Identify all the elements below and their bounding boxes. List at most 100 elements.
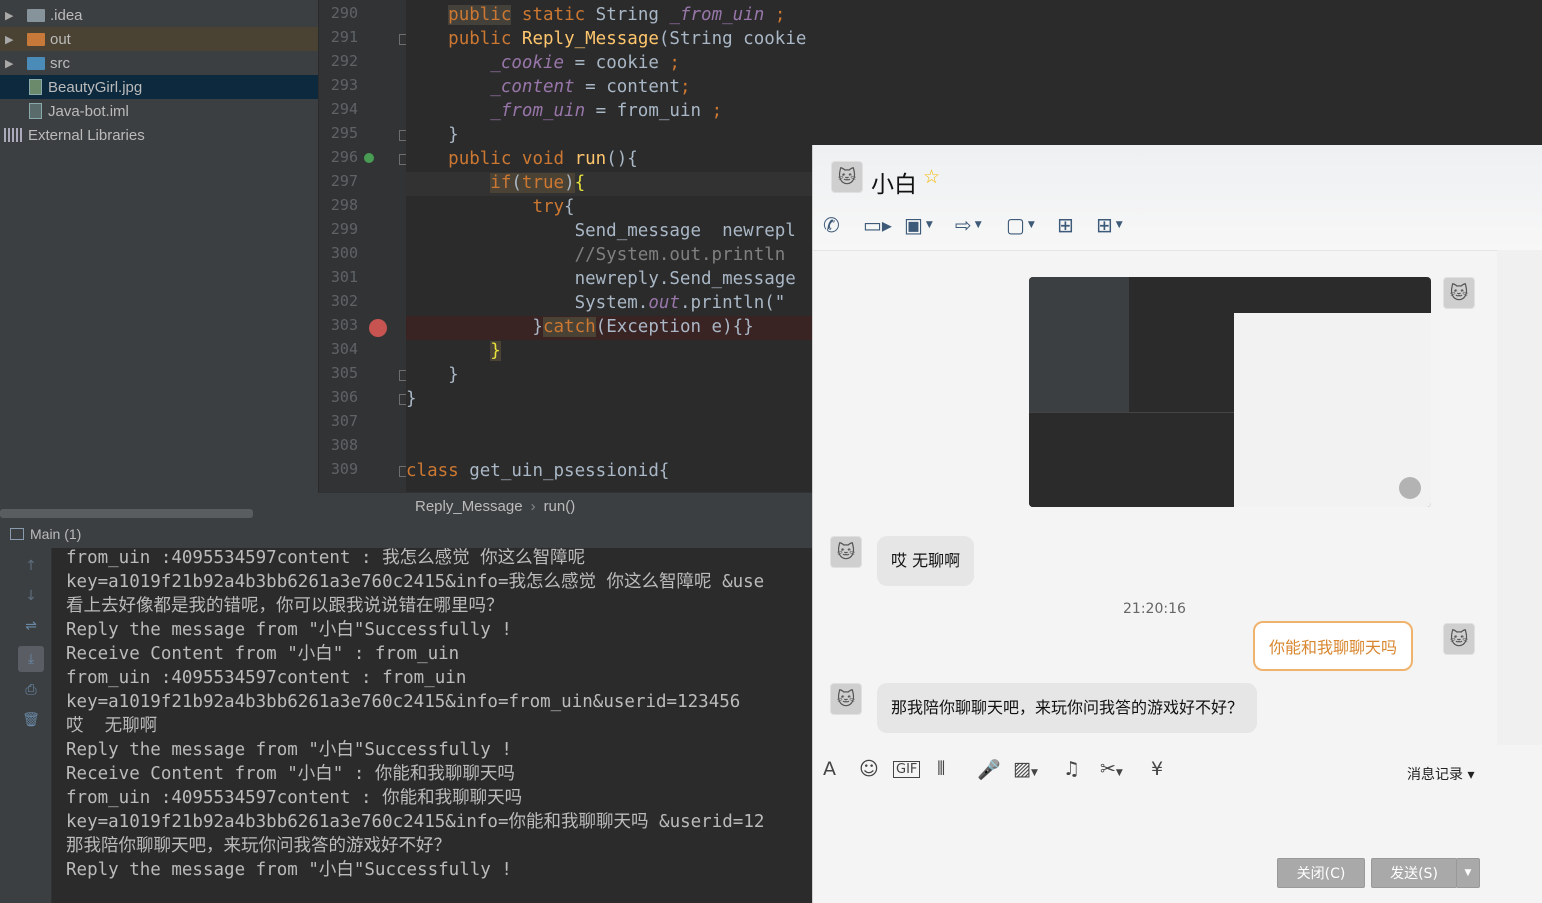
breakpoint-icon[interactable] [369, 319, 387, 337]
project-tree: ▶ .idea ▶ out ▶ src BeautyGirl.jpg Java-… [0, 0, 318, 520]
line-number: 299 [330, 220, 358, 238]
emoji-icon[interactable]: ☺ [859, 758, 879, 780]
down-arrow-icon[interactable]: ↓ [21, 586, 41, 606]
line-number: 293 [330, 76, 358, 94]
chat-side-panel [1497, 250, 1542, 745]
tree-item-external-libraries[interactable]: External Libraries [0, 123, 318, 147]
microphone-icon[interactable]: 🎤 [977, 758, 1001, 781]
editor-gutter: 290 291 292 293 294 295 296 297 298 299 … [318, 0, 406, 492]
scroll-to-end-icon[interactable]: ⤓ [18, 646, 44, 672]
tree-item-label: out [50, 30, 71, 48]
line-number: 303 [330, 316, 358, 334]
line-number: 301 [330, 268, 358, 286]
code-line: Send_message newrepl [406, 221, 796, 241]
print-icon[interactable]: ⎙ [21, 680, 41, 700]
add-group-icon[interactable]: ⊞ [1057, 211, 1074, 239]
line-number: 292 [330, 52, 358, 70]
file-transfer-icon[interactable]: ⇨ ▼ [955, 211, 982, 239]
run-toolbar: ↑ ↓ ⇌ ⤓ ⎙ 🗑 [0, 548, 52, 903]
run-tab-title[interactable]: Main (1) [30, 526, 81, 542]
tree-item-idea[interactable]: ▶ .idea [0, 3, 318, 27]
code-line: public static String _from_uin ; [448, 5, 786, 25]
breadcrumb-item[interactable]: Reply_Message [415, 498, 523, 515]
shake-icon[interactable]: ⦀ [937, 758, 945, 780]
code-line: newreply.Send_message [406, 269, 796, 289]
zoom-icon[interactable] [1399, 477, 1421, 499]
code-line: public void run(){ [448, 149, 638, 169]
message-history-button[interactable]: 消息记录 ▾ [1407, 764, 1474, 784]
expand-arrow-icon[interactable]: ▶ [5, 33, 15, 46]
close-button[interactable]: 关闭(C) [1277, 858, 1365, 888]
console-line: Receive Content from "小白" : from_uin [66, 644, 460, 664]
screen-share-icon[interactable]: ▣ ▼ [904, 211, 933, 239]
font-icon[interactable]: A [823, 758, 836, 780]
library-icon [4, 128, 22, 142]
trash-icon[interactable]: 🗑 [21, 710, 41, 730]
console-line: from_uin :4095534597content : 你能和我聊聊天吗 [66, 788, 523, 808]
contact-avatar[interactable]: 🐱 [830, 536, 862, 568]
up-arrow-icon[interactable]: ↑ [21, 556, 41, 576]
code-line: public Reply_Message(String cookie , Str… [448, 29, 816, 49]
message-list[interactable]: 🐱 🐱 哎 无聊啊 21:20:16 🐱 你能和我聊聊天吗 🐱 那我陪你聊聊天吧… [813, 250, 1497, 745]
tree-item-label: BeautyGirl.jpg [48, 78, 143, 96]
console-output[interactable]: from_uin :4095534597content : 我怎么感觉 你这么智… [52, 548, 816, 903]
message-timestamp: 21:20:16 [1123, 601, 1186, 617]
image-icon[interactable]: ▨▼ [1013, 758, 1038, 780]
music-icon[interactable]: ♫ [1063, 758, 1080, 780]
line-number: 295 [330, 124, 358, 142]
phone-icon[interactable]: ✆ [823, 211, 840, 239]
star-icon: ☆ [923, 166, 941, 188]
self-avatar[interactable]: 🐱 [1443, 277, 1475, 309]
expand-arrow-icon[interactable]: ▶ [5, 9, 15, 22]
contact-avatar[interactable]: 🐱 [830, 683, 862, 715]
console-line: Reply the message from "小白"Successfully … [66, 740, 512, 760]
line-number: 302 [330, 292, 358, 310]
apps-icon[interactable]: ⊞ ▼ [1096, 211, 1123, 239]
expand-arrow-icon[interactable]: ▶ [5, 57, 15, 70]
tree-scrollbar[interactable] [0, 509, 253, 518]
gif-icon[interactable]: GIF [893, 761, 921, 778]
tree-item-label: src [50, 54, 70, 72]
line-number: 304 [330, 340, 358, 358]
code-line: } [490, 341, 501, 361]
module-file-icon [29, 103, 42, 119]
input-toolbar: A ☺ GIF ⦀ 🎤 ▨▼ ♫ ✂▼ ¥ [813, 750, 1497, 788]
chat-window: 🐱 小白 ☆ ✆ ▭▸ ▣ ▼ ⇨ ▼ ▢ ▼ ⊞ ⊞ ▼ 🐱 🐱 哎 无聊啊 21:2… [812, 145, 1542, 903]
self-avatar[interactable]: 🐱 [1443, 623, 1475, 655]
tree-item-src[interactable]: ▶ src [0, 51, 318, 75]
send-button[interactable]: 发送(S) [1371, 858, 1457, 888]
code-line: _from_uin = from_uin ; [490, 101, 723, 121]
send-options-dropdown[interactable]: ▼ [1456, 858, 1480, 888]
tree-item-beautygirl[interactable]: BeautyGirl.jpg [0, 75, 318, 99]
console-line: 看上去好像都是我的错呢，你可以跟我说说错在哪里吗？ [66, 596, 504, 616]
breadcrumb-item[interactable]: run() [544, 498, 576, 515]
remote-desktop-icon[interactable]: ▢ ▼ [1006, 211, 1035, 239]
screenshot-image[interactable] [1029, 277, 1431, 507]
chat-title: 小白 [871, 172, 917, 198]
code-editor[interactable]: public static String _from_uin ; public … [406, 0, 816, 492]
override-method-icon[interactable] [364, 153, 374, 163]
breadcrumb: Reply_Message › run() [318, 492, 816, 520]
code-line: if(true){ [490, 173, 586, 193]
tree-item-label: External Libraries [28, 126, 145, 144]
line-number: 296 [330, 148, 358, 166]
tree-item-out[interactable]: ▶ out [0, 27, 318, 51]
console-line: Reply the message from "小白"Successfully … [66, 620, 512, 640]
line-number: 298 [330, 196, 358, 214]
scissors-icon[interactable]: ✂▼ [1100, 758, 1123, 780]
red-packet-icon[interactable]: ¥ [1151, 758, 1163, 780]
tree-item-label: Java-bot.iml [48, 102, 129, 120]
code-line: }catch(Exception e){} [406, 317, 754, 337]
tree-item-iml[interactable]: Java-bot.iml [0, 99, 318, 123]
line-number: 300 [330, 244, 358, 262]
code-line: class get_uin_psessionid{ [406, 461, 670, 481]
message-bubble: 哎 无聊啊 [877, 536, 975, 586]
video-call-icon[interactable]: ▭▸ [863, 211, 892, 239]
line-number: 297 [330, 172, 358, 190]
line-number: 308 [330, 436, 358, 454]
contact-avatar[interactable]: 🐱 [831, 161, 863, 193]
code-line: _cookie = cookie ; [490, 53, 680, 73]
soft-wrap-icon[interactable]: ⇌ [21, 616, 41, 636]
folder-icon [27, 56, 45, 70]
line-number: 305 [330, 364, 358, 382]
